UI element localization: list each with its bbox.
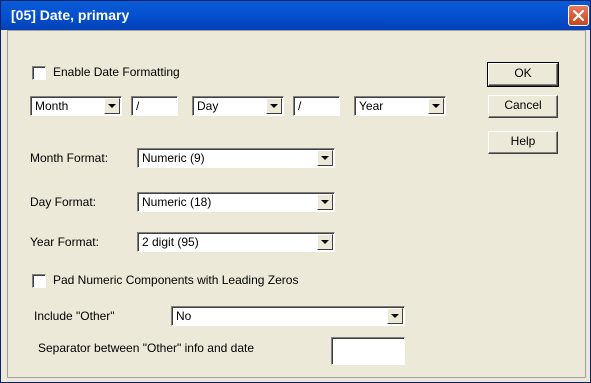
date-part-1-dropdown-button[interactable] — [104, 98, 120, 114]
month-format-value: Numeric (9) — [142, 151, 205, 165]
chevron-down-icon — [270, 104, 278, 108]
date-part-3-value: Year — [359, 99, 384, 113]
separator-other-input[interactable] — [331, 337, 405, 365]
month-format-select[interactable]: Numeric (9) — [137, 148, 335, 168]
chevron-down-icon — [432, 104, 440, 108]
enable-date-formatting-label: Enable Date Formatting — [53, 65, 180, 79]
date-part-3-select[interactable]: Year — [354, 96, 446, 116]
month-format-dropdown-button[interactable] — [317, 150, 333, 166]
chevron-down-icon — [321, 240, 329, 244]
date-part-1-value: Month — [35, 99, 69, 113]
date-part-3-dropdown-button[interactable] — [428, 98, 444, 114]
date-part-2-select[interactable]: Day — [192, 96, 284, 116]
year-format-dropdown-button[interactable] — [317, 234, 333, 250]
enable-date-formatting-checkbox[interactable] — [32, 66, 46, 80]
year-format-label: Year Format: — [30, 235, 99, 249]
window-title: [05] Date, primary — [11, 7, 130, 23]
close-button[interactable] — [568, 5, 589, 26]
day-format-select[interactable]: Numeric (18) — [137, 192, 335, 212]
date-part-1-select[interactable]: Month — [30, 96, 122, 116]
pad-leading-zeros-label: Pad Numeric Components with Leading Zero… — [53, 273, 299, 287]
include-other-label: Include "Other" — [34, 309, 115, 323]
year-format-value: 2 digit (95) — [142, 235, 199, 249]
title-bar[interactable]: [05] Date, primary — [1, 1, 590, 30]
help-button[interactable]: Help — [488, 131, 558, 154]
include-other-select[interactable]: No — [171, 306, 405, 326]
separator-2-input[interactable]: / — [293, 96, 340, 116]
cancel-button[interactable]: Cancel — [488, 95, 558, 118]
include-other-value: No — [176, 309, 192, 323]
separator-other-label: Separator between "Other" info and date — [38, 341, 254, 355]
chevron-down-icon — [391, 314, 399, 318]
date-part-2-value: Day — [197, 99, 219, 113]
day-format-dropdown-button[interactable] — [317, 194, 333, 210]
close-icon — [573, 10, 584, 21]
separator-2-value: / — [298, 99, 302, 113]
day-format-value: Numeric (18) — [142, 195, 212, 209]
dialog-window: [05] Date, primary Enable Date Formattin… — [0, 0, 591, 383]
separator-1-input[interactable]: / — [131, 96, 178, 116]
chevron-down-icon — [321, 200, 329, 204]
month-format-label: Month Format: — [30, 151, 109, 165]
ok-button[interactable]: OK — [487, 62, 559, 87]
date-part-2-dropdown-button[interactable] — [266, 98, 282, 114]
chevron-down-icon — [108, 104, 116, 108]
chevron-down-icon — [321, 156, 329, 160]
dialog-body: Enable Date Formatting Month / Day / Yea… — [7, 30, 586, 378]
pad-leading-zeros-checkbox[interactable] — [32, 274, 46, 288]
separator-1-value: / — [136, 99, 140, 113]
day-format-label: Day Format: — [30, 195, 97, 209]
include-other-dropdown-button[interactable] — [387, 308, 403, 324]
year-format-select[interactable]: 2 digit (95) — [137, 232, 335, 252]
